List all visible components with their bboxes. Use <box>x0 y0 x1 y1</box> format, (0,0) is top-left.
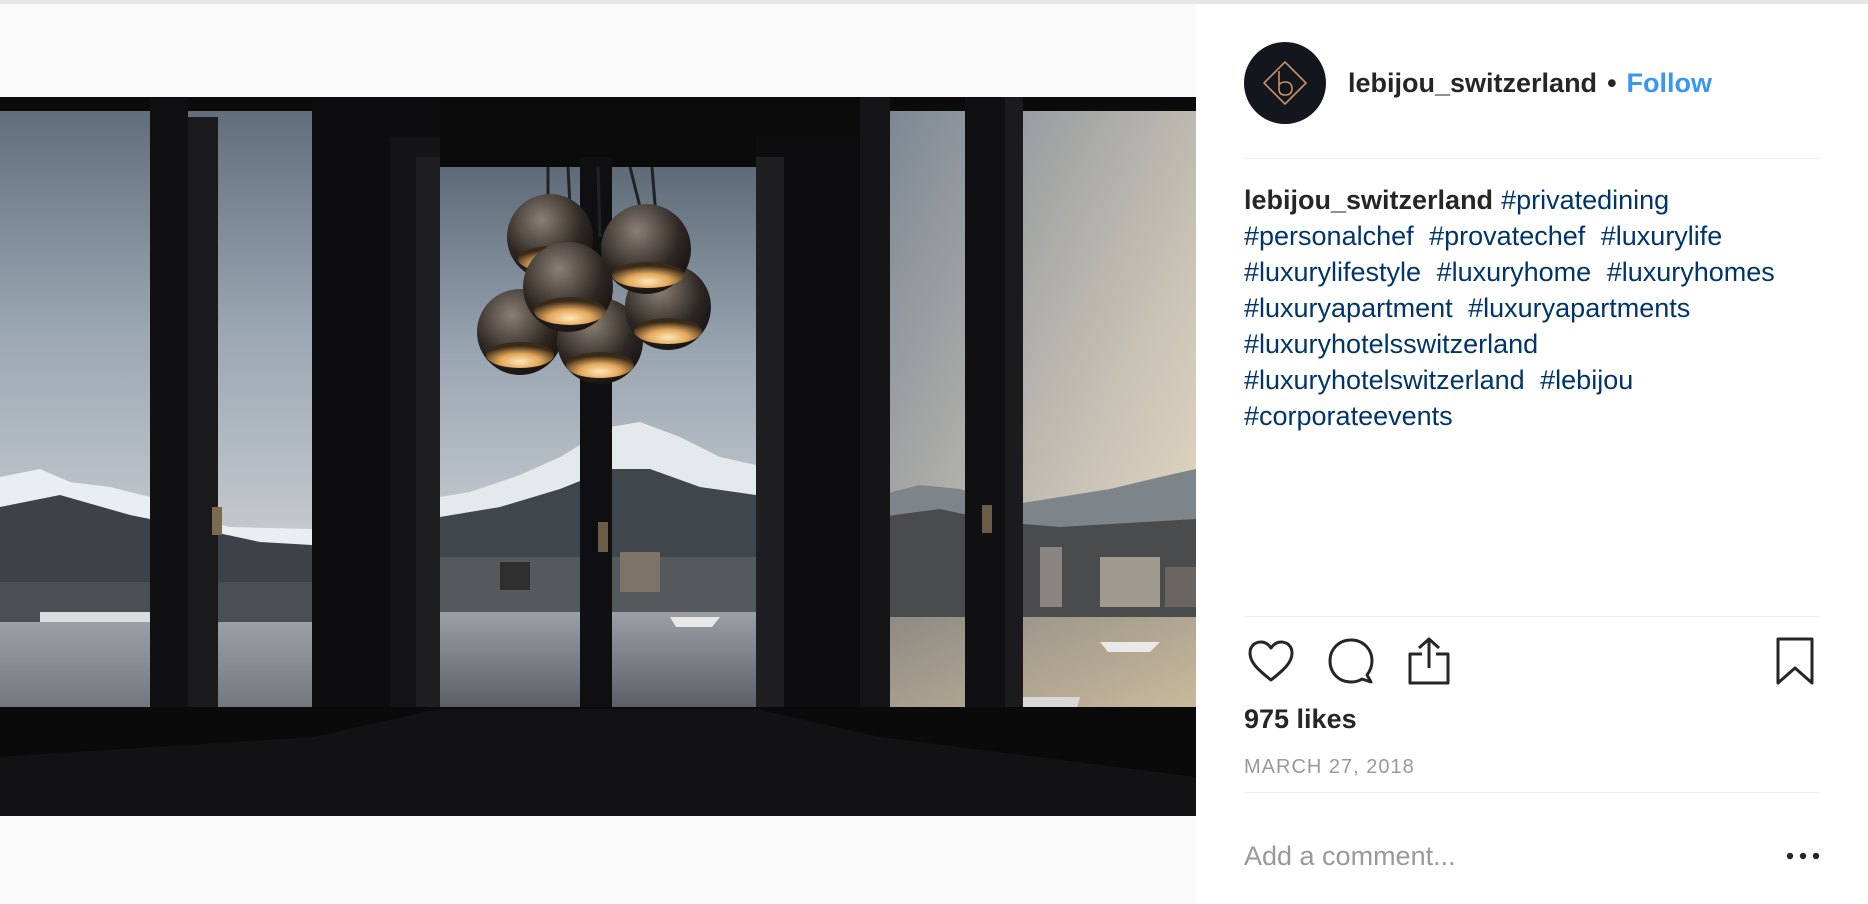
comment-button[interactable] <box>1324 634 1378 688</box>
post-side-panel: lebijou_switzerland • Follow lebijou_swi… <box>1196 4 1868 904</box>
post-caption: lebijou_switzerland #privatedining #perso… <box>1244 182 1824 434</box>
comment-bubble-icon <box>1328 638 1374 684</box>
hashtag-link[interactable]: #luxuryapartments <box>1468 293 1690 323</box>
like-button[interactable] <box>1244 634 1298 688</box>
separator-dot: • <box>1607 67 1617 98</box>
action-bar <box>1244 634 1820 688</box>
more-options-icon <box>1786 852 1820 860</box>
hashtag-link[interactable]: #luxuryhomes <box>1607 257 1775 287</box>
save-button[interactable] <box>1768 634 1822 688</box>
post-header: lebijou_switzerland • Follow <box>1244 42 1820 124</box>
more-options-button[interactable] <box>1780 836 1820 876</box>
comment-input[interactable] <box>1244 840 1744 872</box>
avatar[interactable] <box>1244 42 1326 124</box>
hashtag-link[interactable]: #personalchef <box>1244 221 1414 251</box>
hashtag-link[interactable]: #privatedining <box>1501 185 1669 215</box>
hashtag-link[interactable]: #luxuryhotelswitzerland <box>1244 365 1525 395</box>
post-date[interactable]: MARCH 27, 2018 <box>1244 756 1415 779</box>
comment-row <box>1244 816 1820 896</box>
post-photo[interactable] <box>0 97 1196 816</box>
media-area <box>0 4 1196 904</box>
post-photo-illustration <box>0 97 1196 816</box>
share-icon <box>1408 637 1450 685</box>
follow-button[interactable]: Follow <box>1627 68 1712 99</box>
hashtag-link[interactable]: #provatechef <box>1429 221 1585 251</box>
hashtag-link[interactable]: #luxurylife <box>1601 221 1723 251</box>
hashtag-link[interactable]: #luxurylifestyle <box>1244 257 1421 287</box>
post-username[interactable]: lebijou_switzerland <box>1348 68 1597 99</box>
hashtag-link[interactable]: #luxuryhome <box>1437 257 1592 287</box>
likes-count[interactable]: 975 likes <box>1244 704 1357 735</box>
comment-divider <box>1244 792 1820 793</box>
bookmark-icon <box>1776 637 1814 685</box>
share-button[interactable] <box>1402 634 1456 688</box>
caption-username[interactable]: lebijou_switzerland <box>1244 185 1493 215</box>
lebijou-logo-icon <box>1263 61 1307 105</box>
hashtag-link[interactable]: #lebijou <box>1540 365 1633 395</box>
actions-divider <box>1244 616 1820 617</box>
hashtag-link[interactable]: #luxuryapartment <box>1244 293 1453 323</box>
heart-icon <box>1248 640 1294 682</box>
hashtag-link[interactable]: #luxuryhotelsswitzerland <box>1244 329 1538 359</box>
header-divider <box>1244 158 1820 159</box>
hashtag-link[interactable]: #corporateevents <box>1244 401 1453 431</box>
